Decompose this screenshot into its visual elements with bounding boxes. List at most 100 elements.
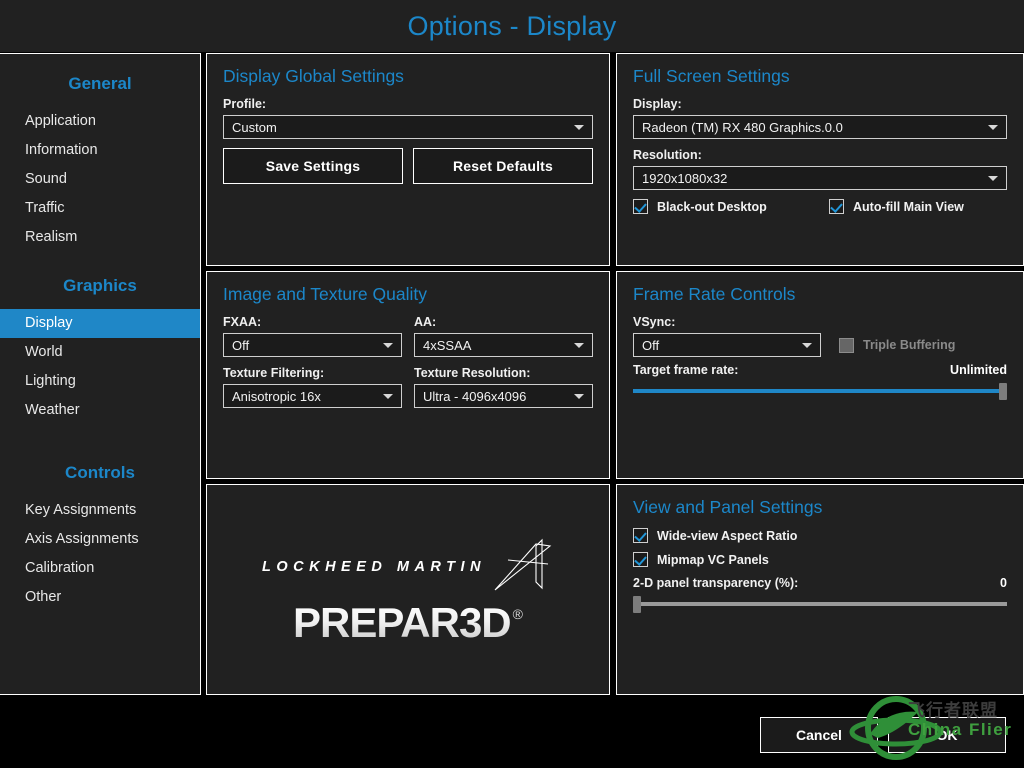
chevron-down-icon	[383, 343, 393, 348]
page-title: Options - Display	[407, 10, 617, 41]
chevron-down-icon	[574, 394, 584, 399]
label-target-frame-rate: Target frame rate:	[633, 363, 739, 377]
sidebar-group-title-general: General	[68, 74, 132, 93]
fxaa-dropdown[interactable]: Off	[223, 333, 402, 357]
panel-image-and-texture-quality: Image and Texture Quality FXAA: Off AA: …	[206, 271, 610, 479]
sidebar-item-realism[interactable]: Realism	[0, 223, 200, 252]
title-bar: Options - Display	[0, 0, 1024, 52]
field-texture-resolution: Texture Resolution: Ultra - 4096x4096	[414, 366, 593, 417]
label-panel-transparency: 2-D panel transparency (%):	[633, 576, 799, 590]
slider-thumb[interactable]	[633, 596, 641, 613]
field-texture-filtering: Texture Filtering: Anisotropic 16x	[223, 366, 402, 417]
field-aa: AA: 4xSSAA	[414, 315, 593, 366]
chevron-down-icon	[988, 125, 998, 130]
field-fxaa: FXAA: Off	[223, 315, 402, 366]
resolution-dropdown[interactable]: 1920x1080x32	[633, 166, 1007, 190]
panel-title-frame-rate-controls: Frame Rate Controls	[633, 284, 796, 304]
prepar3d-wordmark-row: PREPAR3D ®	[293, 598, 523, 646]
sidebar-item-information[interactable]: Information	[0, 136, 200, 165]
vsync-dropdown-value: Off	[642, 337, 660, 353]
checkbox-triple-buffering[interactable]: Triple Buffering	[839, 337, 956, 353]
panel-display-global-settings: Display Global Settings Profile: Custom …	[206, 53, 610, 266]
checkbox-autofill-main-view[interactable]: Auto-fill Main View	[829, 199, 964, 214]
checkbox-label-triple-buffering: Triple Buffering	[863, 338, 956, 352]
fxaa-dropdown-value: Off	[232, 337, 250, 353]
sidebar-item-sound[interactable]: Sound	[0, 165, 200, 194]
checkbox-label-autofill-main-view: Auto-fill Main View	[853, 199, 964, 214]
profile-dropdown[interactable]: Custom	[223, 115, 593, 139]
checkmark-icon	[633, 528, 648, 543]
reset-defaults-button[interactable]: Reset Defaults	[413, 148, 593, 184]
options-window: Options - Display General Application In…	[0, 0, 1024, 768]
panel-transparency-slider[interactable]	[633, 596, 1007, 613]
lockheed-martin-star-icon	[494, 538, 552, 590]
resolution-dropdown-value: 1920x1080x32	[642, 170, 728, 186]
checkbox-wide-view-aspect-ratio[interactable]: Wide-view Aspect Ratio	[633, 528, 1007, 543]
value-panel-transparency: 0	[1000, 576, 1007, 590]
checkbox-blackout-desktop[interactable]: Black-out Desktop	[633, 199, 829, 214]
quality-row-1: FXAA: Off AA: 4xSSAA	[223, 315, 593, 366]
chevron-down-icon	[383, 394, 393, 399]
sidebar-divider-2	[0, 425, 200, 457]
label-texture-resolution: Texture Resolution:	[414, 366, 531, 380]
sidebar-item-other[interactable]: Other	[0, 583, 200, 612]
texture-resolution-dropdown[interactable]: Ultra - 4096x4096	[414, 384, 593, 408]
label-resolution: Resolution:	[633, 148, 702, 162]
panel-full-screen-settings: Full Screen Settings Display: Radeon (TM…	[616, 53, 1024, 266]
checkmark-icon	[829, 199, 844, 214]
aa-dropdown[interactable]: 4xSSAA	[414, 333, 593, 357]
prepar3d-logo: LOCKHEED MARTIN PREPAR3D ®	[223, 497, 593, 684]
panel-title-full-screen-settings: Full Screen Settings	[633, 66, 790, 86]
display-dropdown[interactable]: Radeon (TM) RX 480 Graphics.0.0	[633, 115, 1007, 139]
display-dropdown-value: Radeon (TM) RX 480 Graphics.0.0	[642, 119, 843, 135]
sidebar-item-axis-assignments[interactable]: Axis Assignments	[0, 525, 200, 554]
profile-dropdown-value: Custom	[232, 119, 277, 135]
save-settings-button[interactable]: Save Settings	[223, 148, 403, 184]
prepar3d-wordmark: PREPAR3D	[293, 598, 512, 646]
chevron-down-icon	[574, 343, 584, 348]
panel-transparency-header: 2-D panel transparency (%): 0	[633, 576, 1007, 590]
lockheed-martin-logo: LOCKHEED MARTIN	[262, 538, 554, 596]
cancel-button[interactable]: Cancel	[760, 717, 878, 753]
checkbox-icon	[839, 337, 854, 353]
lockheed-martin-wordmark: LOCKHEED MARTIN	[261, 558, 486, 575]
value-target-frame-rate: Unlimited	[950, 363, 1007, 377]
sidebar-item-weather[interactable]: Weather	[0, 396, 200, 425]
sidebar-item-display[interactable]: Display	[0, 309, 200, 338]
label-profile: Profile:	[223, 97, 267, 111]
label-aa: AA:	[414, 315, 437, 329]
sidebar-item-traffic[interactable]: Traffic	[0, 194, 200, 223]
sidebar-item-world[interactable]: World	[0, 338, 200, 367]
global-settings-button-row: Save Settings Reset Defaults	[223, 148, 593, 184]
sidebar: General Application Information Sound Tr…	[0, 53, 201, 695]
sidebar-item-calibration[interactable]: Calibration	[0, 554, 200, 583]
sidebar-divider-1	[0, 252, 200, 270]
label-display: Display:	[633, 97, 682, 111]
checkbox-label-wide-view-aspect-ratio: Wide-view Aspect Ratio	[657, 528, 798, 543]
registered-trademark-icon: ®	[512, 605, 523, 622]
slider-thumb[interactable]	[999, 383, 1007, 400]
sidebar-item-application[interactable]: Application	[0, 107, 200, 136]
label-vsync: VSync:	[633, 315, 676, 329]
panel-title-display-global-settings: Display Global Settings	[223, 66, 404, 86]
vsync-dropdown[interactable]: Off	[633, 333, 821, 357]
checkmark-icon	[633, 552, 648, 567]
label-fxaa: FXAA:	[223, 315, 262, 329]
panel-title-view-and-panel-settings: View and Panel Settings	[633, 497, 823, 517]
checkbox-label-blackout-desktop: Black-out Desktop	[657, 199, 767, 214]
texture-filtering-dropdown[interactable]: Anisotropic 16x	[223, 384, 402, 408]
checkbox-mipmap-vc-panels[interactable]: Mipmap VC Panels	[633, 552, 1007, 567]
checkbox-label-mipmap-vc-panels: Mipmap VC Panels	[657, 552, 769, 567]
aa-dropdown-value: 4xSSAA	[423, 337, 472, 353]
target-frame-rate-slider[interactable]	[633, 383, 1007, 400]
checkmark-icon	[633, 199, 648, 214]
chevron-down-icon	[574, 125, 584, 130]
sidebar-item-key-assignments[interactable]: Key Assignments	[0, 496, 200, 525]
quality-row-2: Texture Filtering: Anisotropic 16x Textu…	[223, 366, 593, 417]
chevron-down-icon	[988, 176, 998, 181]
sidebar-item-lighting[interactable]: Lighting	[0, 367, 200, 396]
texture-resolution-dropdown-value: Ultra - 4096x4096	[423, 388, 527, 404]
sidebar-group-title-graphics: Graphics	[63, 276, 137, 295]
target-frame-rate-header: Target frame rate: Unlimited	[633, 363, 1007, 377]
ok-button[interactable]: OK	[888, 717, 1006, 753]
